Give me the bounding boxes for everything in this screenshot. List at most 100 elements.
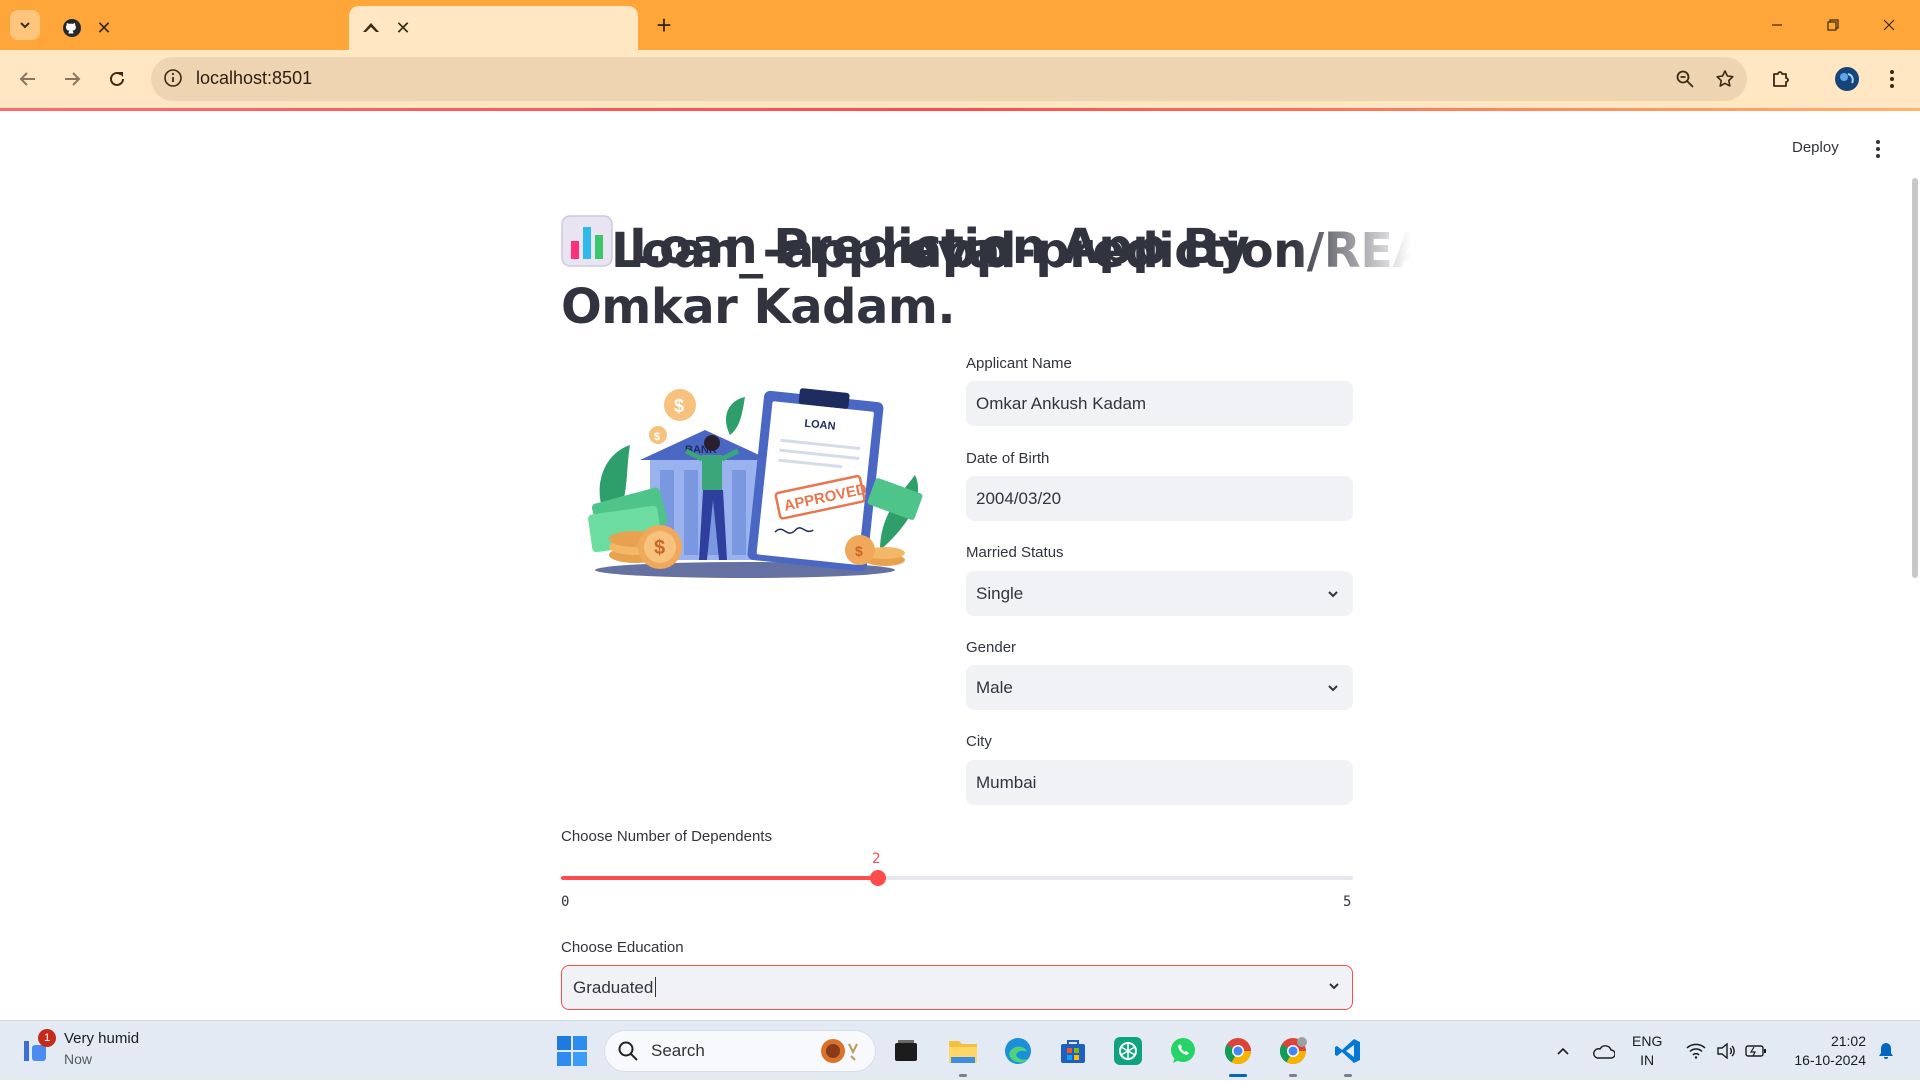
site-info-icon[interactable] xyxy=(163,68,183,88)
restore-button[interactable] xyxy=(1805,0,1861,50)
page-title-text: Loan Prediction App By Omkar Kadam. xyxy=(561,219,1250,335)
cloud-icon xyxy=(1593,1045,1615,1059)
reload-button[interactable] xyxy=(101,63,133,95)
bookmark-star-icon[interactable] xyxy=(1713,67,1737,91)
applicant-name-label: Applicant Name xyxy=(966,355,1072,372)
language-indicator[interactable]: ENG IN xyxy=(1632,1032,1662,1070)
dob-value: 2004/03/20 xyxy=(976,488,1062,508)
education-label: Choose Education xyxy=(561,939,684,956)
page-title: Loan Prediction App By Omkar Kadam. xyxy=(561,215,1361,337)
notifications-button[interactable] xyxy=(1872,1021,1900,1081)
file-explorer-icon xyxy=(949,1041,977,1063)
zoom-icon[interactable] xyxy=(1673,67,1697,91)
search-placeholder: Search xyxy=(651,1041,705,1060)
streamlit-icon xyxy=(363,23,379,32)
education-select[interactable]: Graduated xyxy=(561,965,1353,1010)
whatsapp-button[interactable] xyxy=(1165,1033,1201,1069)
edge-button[interactable] xyxy=(1000,1033,1036,1069)
chevron-down-icon xyxy=(1323,678,1343,698)
clock[interactable]: 21:02 16-10-2024 xyxy=(1784,1032,1866,1070)
taskbar-search[interactable]: Search xyxy=(604,1030,876,1072)
wifi-button[interactable] xyxy=(1682,1021,1710,1081)
deploy-button[interactable]: Deploy xyxy=(1792,139,1839,156)
close-icon[interactable]: ✕ xyxy=(393,18,413,38)
city-value: Mumbai xyxy=(976,772,1037,792)
weather-widget[interactable]: 1 Very humid Now xyxy=(20,1029,139,1069)
chrome-profile-button[interactable] xyxy=(1275,1033,1311,1077)
chevron-down-icon xyxy=(20,22,30,29)
education-value: Graduated xyxy=(573,977,1327,998)
married-status-select[interactable]: Single xyxy=(966,571,1353,616)
show-hidden-icons-button[interactable] xyxy=(1548,1021,1578,1081)
address-bar[interactable]: localhost:8501 xyxy=(151,57,1747,101)
loan-approved-illustration: BANK $ $ $ LOAN APPROVED $ xyxy=(588,388,923,578)
tab-search-button[interactable] xyxy=(10,10,40,40)
app-menu-button[interactable] xyxy=(1866,137,1890,161)
svg-text:$: $ xyxy=(674,396,684,416)
language-line1: ENG xyxy=(1632,1033,1663,1049)
tab-github[interactable]: Loan_-approval-prediction/REA ✕ xyxy=(50,6,1411,279)
volume-button[interactable] xyxy=(1712,1021,1740,1081)
minimize-button[interactable] xyxy=(1749,0,1805,50)
slider-thumb[interactable] xyxy=(869,870,886,886)
dependents-min: 0 xyxy=(561,894,570,910)
reload-icon xyxy=(110,71,124,86)
close-icon xyxy=(1883,19,1895,31)
bar-chart-emoji-icon xyxy=(561,215,613,267)
svg-text:$: $ xyxy=(654,537,665,559)
weather-icon: 1 xyxy=(20,1029,56,1065)
weather-text: Very humid xyxy=(64,1030,140,1047)
dependents-label: Choose Number of Dependents xyxy=(561,828,772,845)
new-tab-button[interactable]: + xyxy=(650,10,678,40)
weather-subtext: Now xyxy=(64,1051,93,1067)
tab-app[interactable]: app ✕ xyxy=(349,6,1010,279)
vscode-button[interactable] xyxy=(1330,1033,1366,1077)
back-button[interactable] xyxy=(12,63,44,95)
chevron-down-icon xyxy=(1327,978,1341,998)
chrome-icon xyxy=(1224,1038,1252,1065)
profile-avatar[interactable] xyxy=(1831,63,1863,95)
github-icon xyxy=(63,19,81,37)
notification-badge: 1 xyxy=(38,1029,56,1047)
url-text: localhost:8501 xyxy=(196,68,313,88)
applicant-name-input[interactable]: Omkar Ankush Kadam xyxy=(966,381,1353,426)
chevron-down-icon xyxy=(1323,584,1343,604)
task-view-button[interactable] xyxy=(888,1033,924,1069)
page-scrollbar[interactable] xyxy=(1912,178,1918,578)
dependents-max: 5 xyxy=(1343,894,1352,910)
speaker-icon xyxy=(1717,1043,1735,1059)
browser-menu-button[interactable] xyxy=(1876,63,1908,95)
chatgpt-button[interactable] xyxy=(1110,1033,1146,1069)
gender-label: Gender xyxy=(966,639,1017,656)
chrome-button[interactable] xyxy=(1220,1033,1256,1077)
search-highlight-icon xyxy=(821,1039,858,1063)
task-view-icon xyxy=(895,1040,917,1061)
city-input[interactable]: Mumbai xyxy=(966,760,1353,805)
restore-icon xyxy=(1827,19,1839,31)
whatsapp-icon xyxy=(1171,1038,1195,1063)
dob-input[interactable]: 2004/03/20 xyxy=(966,476,1353,521)
vscode-icon xyxy=(1335,1039,1360,1063)
svg-text:$: $ xyxy=(855,543,863,559)
file-explorer-button[interactable] xyxy=(945,1033,981,1077)
app-header: Deploy xyxy=(0,111,1920,191)
dependents-current-value: 2 xyxy=(872,851,881,867)
clock-time: 21:02 xyxy=(1830,1033,1866,1049)
bell-icon xyxy=(1879,1043,1893,1059)
more-vertical-icon xyxy=(1890,70,1894,88)
gender-select[interactable]: Male xyxy=(966,665,1353,710)
onedrive-button[interactable] xyxy=(1587,1021,1619,1081)
city-label: City xyxy=(966,733,992,750)
battery-button[interactable] xyxy=(1742,1021,1770,1081)
close-icon[interactable]: ✕ xyxy=(94,18,114,38)
store-button[interactable] xyxy=(1055,1033,1091,1069)
dependents-slider[interactable] xyxy=(561,870,1353,886)
wifi-icon xyxy=(1686,1043,1706,1059)
extensions-button[interactable] xyxy=(1765,63,1797,95)
forward-button[interactable] xyxy=(56,63,88,95)
windows-start-icon[interactable] xyxy=(556,1035,588,1067)
dob-label: Date of Birth xyxy=(966,450,1050,467)
browser-tab-bar: Loan_-approval-prediction/REA ✕ app ✕ + xyxy=(0,0,1920,279)
store-icon xyxy=(1061,1040,1085,1063)
close-window-button[interactable] xyxy=(1861,0,1917,50)
